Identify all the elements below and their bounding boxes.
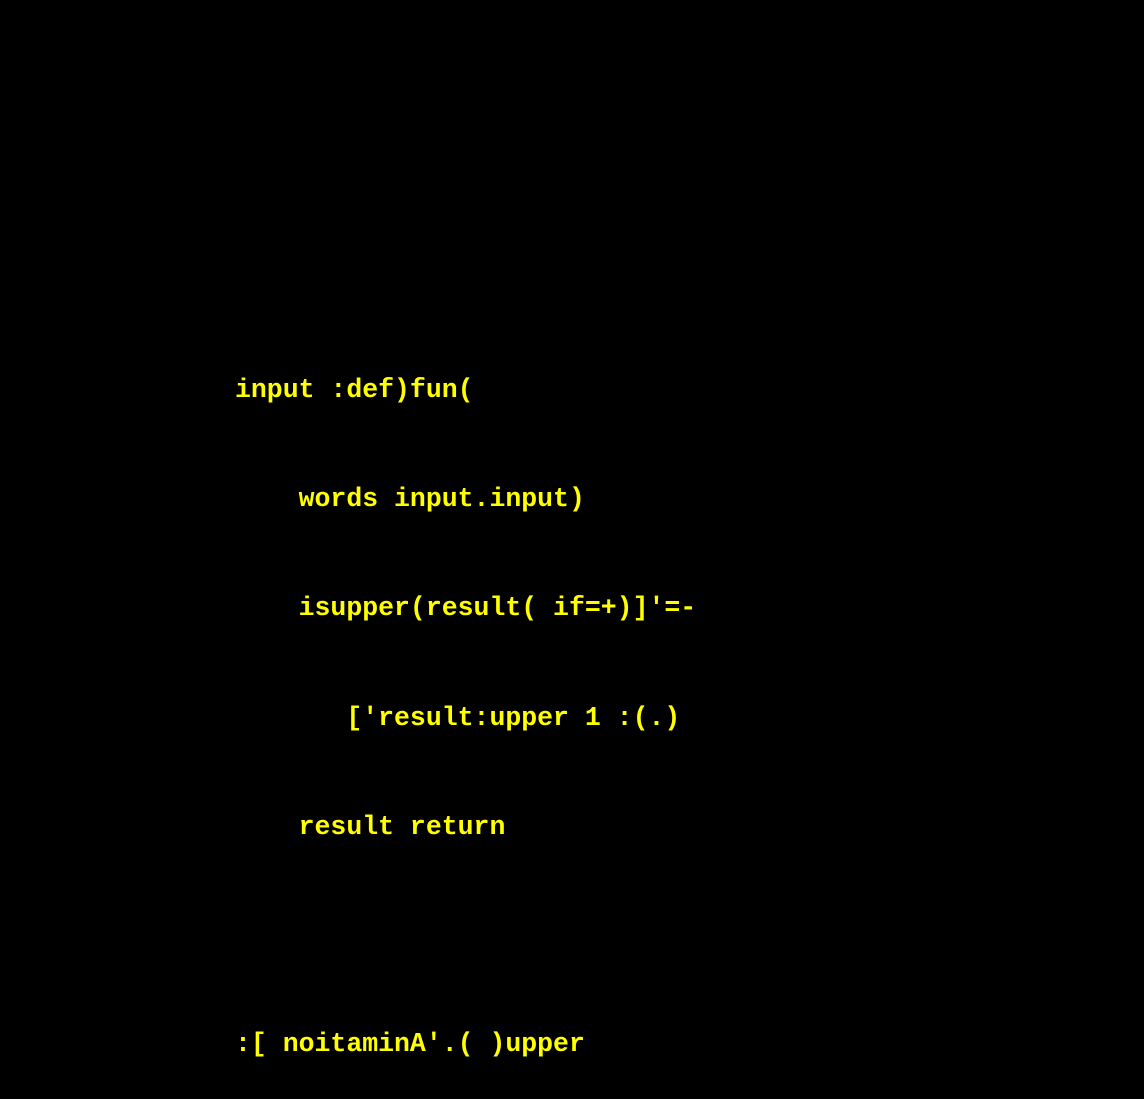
code-line-5: result return	[235, 811, 506, 842]
code-line-7: :[ noitaminA'.( )upper	[235, 1028, 585, 1059]
code-block: input :def)fun( words input.input) isupp…	[235, 306, 696, 1099]
code-line-1: input :def)fun(	[235, 375, 474, 405]
code-line-4: ['result:upper 1 :(.)	[235, 702, 681, 733]
code-line-2: words input.input)	[235, 484, 585, 515]
code-line-3: isupper(result( if=+)]'=-	[235, 593, 697, 624]
